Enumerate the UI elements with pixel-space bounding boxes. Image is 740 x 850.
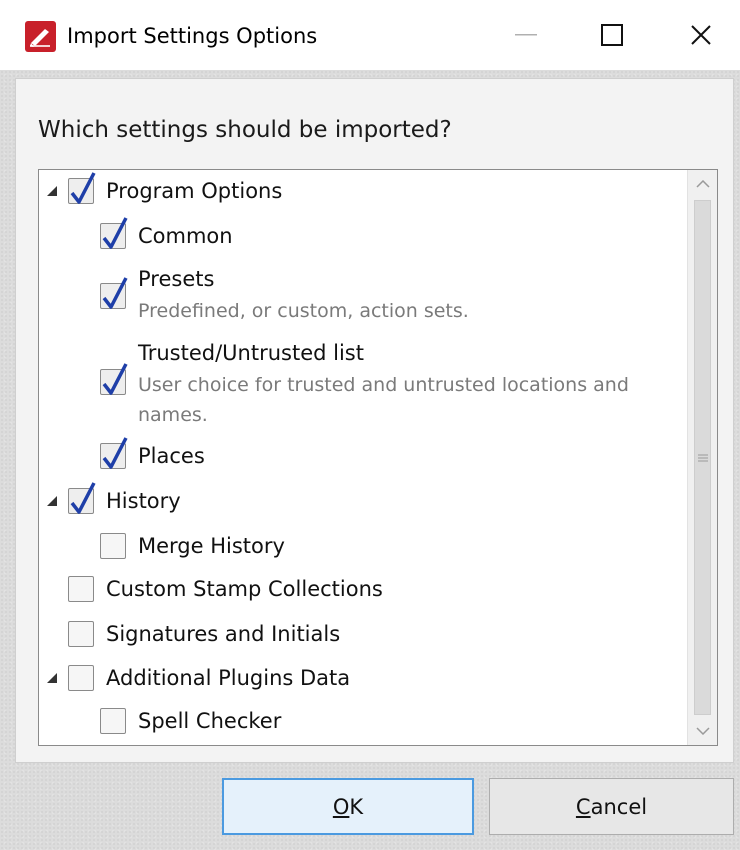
checkmark-icon	[70, 482, 96, 514]
expanded-arrow-icon[interactable]	[46, 495, 58, 507]
checkbox-spell-checker[interactable]	[100, 708, 126, 734]
window-title: Import Settings Options	[67, 24, 318, 48]
scroll-up-button[interactable]	[688, 170, 717, 198]
cancel-label-rest: ancel	[590, 794, 648, 819]
chevron-up-icon	[695, 180, 710, 188]
checkbox-common[interactable]	[100, 217, 128, 249]
chevron-down-icon	[695, 727, 710, 735]
pdf-xchange-logo-icon	[25, 21, 56, 52]
label-plugins-data: Additional Plugins Data	[106, 666, 351, 690]
ok-mnemonic: O	[332, 794, 350, 819]
checkmark-icon	[102, 277, 128, 309]
grip-icon	[698, 454, 708, 462]
label-common: Common	[138, 224, 233, 248]
label-places: Places	[138, 444, 205, 468]
checkmark-icon	[70, 172, 96, 204]
label-program-options: Program Options	[106, 179, 283, 203]
close-button[interactable]	[662, 0, 740, 70]
checkbox-custom-stamps[interactable]	[68, 576, 94, 602]
scroll-thumb[interactable]	[694, 200, 711, 715]
expanded-arrow-icon[interactable]	[46, 185, 58, 197]
maximize-icon	[601, 24, 623, 46]
ok-label-rest: K	[349, 794, 364, 819]
minimize-button[interactable]	[487, 0, 565, 70]
checkbox-trusted-list[interactable]	[100, 363, 128, 395]
label-history: History	[106, 489, 181, 513]
label-presets: Presets	[138, 267, 215, 291]
scroll-down-button[interactable]	[688, 717, 717, 745]
cancel-mnemonic: C	[575, 794, 591, 819]
label-trusted-list: Trusted/Untrusted list	[138, 341, 364, 365]
vertical-scrollbar[interactable]	[687, 170, 717, 745]
checkbox-presets[interactable]	[100, 277, 128, 309]
checkbox-plugins-data[interactable]	[68, 665, 94, 691]
settings-tree[interactable]: Program Options Common Presets Predefine…	[38, 169, 718, 746]
question-label: Which settings should be imported?	[38, 117, 452, 143]
close-icon	[691, 25, 711, 45]
cancel-button[interactable]: Cancel	[489, 778, 734, 835]
label-signatures: Signatures and Initials	[106, 622, 341, 646]
title-bar[interactable]: Import Settings Options	[0, 0, 740, 70]
desc-presets: Predefined, or custom, action sets.	[138, 300, 469, 322]
checkmark-icon	[102, 217, 128, 249]
checkmark-icon	[102, 363, 128, 395]
label-custom-stamps: Custom Stamp Collections	[106, 577, 383, 601]
checkbox-merge-history[interactable]	[100, 533, 126, 559]
minimize-icon	[515, 34, 537, 36]
label-spell-checker: Spell Checker	[138, 709, 282, 733]
desc-trusted-list: User choice for trusted and untrusted lo…	[138, 374, 629, 426]
maximize-button[interactable]	[573, 0, 651, 70]
label-merge-history: Merge History	[138, 534, 285, 558]
checkbox-program-options[interactable]	[68, 172, 96, 204]
ok-button[interactable]: OK	[222, 778, 474, 835]
checkmark-icon	[102, 437, 128, 469]
checkbox-signatures[interactable]	[68, 621, 94, 647]
expanded-arrow-icon[interactable]	[46, 672, 58, 684]
checkbox-places[interactable]	[100, 437, 128, 469]
checkbox-history[interactable]	[68, 482, 96, 514]
